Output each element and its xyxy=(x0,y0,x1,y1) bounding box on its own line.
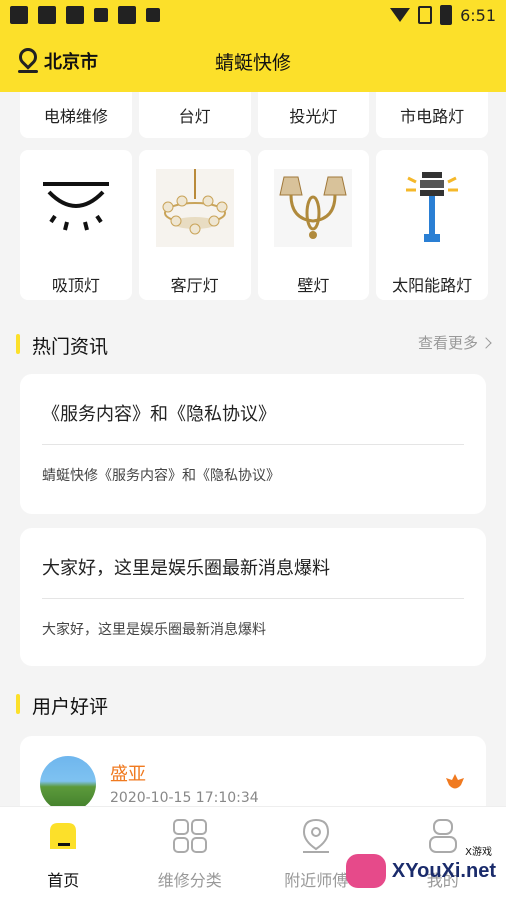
location-icon xyxy=(297,817,335,855)
notification-icon xyxy=(146,8,160,22)
category-item[interactable]: 电梯维修 xyxy=(20,92,132,138)
tab-label: 维修分类 xyxy=(157,871,222,890)
tab-label: 首页 xyxy=(47,871,80,890)
notification-icon xyxy=(10,6,28,24)
category-ceiling-light[interactable]: 吸顶灯 xyxy=(20,150,132,300)
status-bar: 6:51 xyxy=(0,0,506,30)
chevron-right-icon xyxy=(480,336,492,349)
category-row-top: 电梯维修 台灯 投光灯 市电路灯 xyxy=(20,92,488,138)
category-chandelier[interactable]: 客厅灯 xyxy=(138,150,251,300)
watermark: XYouXi.net xyxy=(345,854,496,888)
news-summary: 大家好，这里是娱乐圈最新消息爆料 xyxy=(42,622,266,638)
watermark-text: XYouXi.net xyxy=(391,859,496,882)
status-time: 6:51 xyxy=(460,5,496,25)
review-date: 2020-10-15 17:10:34 xyxy=(110,790,259,806)
news-summary: 蜻蜓快修《服务内容》和《隐私协议》 xyxy=(42,468,280,484)
category-wall-lamp[interactable]: 壁灯 xyxy=(257,150,370,300)
news-card[interactable]: 《服务内容》和《隐私协议》 蜻蜓快修《服务内容》和《隐私协议》 xyxy=(20,374,486,514)
review-card[interactable]: 盛亚 2020-10-15 17:10:34 xyxy=(20,736,486,816)
notification-icons xyxy=(10,6,160,24)
news-section-header: 热门资讯 查看更多 xyxy=(0,330,506,360)
section-title: 用户好评 xyxy=(32,696,109,718)
section-accent-bar xyxy=(16,694,20,714)
user-icon xyxy=(424,817,462,855)
news-title: 《服务内容》和《隐私协议》 xyxy=(42,404,276,425)
wall-lamp-image xyxy=(273,168,353,248)
view-more-label: 查看更多 xyxy=(417,334,478,352)
news-title: 大家好，这里是娱乐圈最新消息爆料 xyxy=(42,558,330,579)
category-label: 客厅灯 xyxy=(170,276,219,295)
app-header: 北京市 蜻蜓快修 xyxy=(0,30,506,92)
gamepad-logo-icon xyxy=(345,854,386,888)
avatar xyxy=(40,756,96,812)
image-icon xyxy=(66,6,84,24)
category-item[interactable]: 投光灯 xyxy=(257,92,370,138)
solar-street-light-icon xyxy=(392,168,472,248)
section-title: 热门资讯 xyxy=(32,336,109,358)
tab-label: 附近师傅 xyxy=(284,871,349,890)
home-icon xyxy=(44,817,82,855)
notification-icon xyxy=(118,6,136,24)
chandelier-image xyxy=(155,168,235,248)
view-more-link[interactable]: 查看更多 xyxy=(417,332,492,353)
section-accent-bar xyxy=(16,334,20,354)
tab-home[interactable]: 首页 xyxy=(0,807,127,900)
category-row: 吸顶灯 客厅灯 壁灯 太阳能路灯 xyxy=(20,150,488,300)
category-solar-street-light[interactable]: 太阳能路灯 xyxy=(376,150,488,300)
flower-icon xyxy=(446,774,464,789)
category-label: 吸顶灯 xyxy=(51,276,100,295)
category-item[interactable]: 台灯 xyxy=(138,92,251,138)
wifi-icon xyxy=(390,8,411,22)
app-title: 蜻蜓快修 xyxy=(214,52,291,74)
reviewer-name: 盛亚 xyxy=(110,764,146,785)
review-section-header: 用户好评 xyxy=(0,690,506,720)
notification-icon xyxy=(94,8,108,22)
tab-categories[interactable]: 维修分类 xyxy=(127,807,254,900)
battery-icon xyxy=(440,5,453,25)
notification-icon xyxy=(38,6,56,24)
news-card[interactable]: 大家好，这里是娱乐圈最新消息爆料 大家好，这里是娱乐圈最新消息爆料 xyxy=(20,528,486,666)
category-item[interactable]: 市电路灯 xyxy=(376,92,488,138)
sim-icon xyxy=(418,6,433,24)
category-label: 太阳能路灯 xyxy=(392,276,473,295)
grid-icon xyxy=(171,817,209,855)
category-label: 壁灯 xyxy=(297,276,330,295)
ceiling-light-icon xyxy=(36,168,116,248)
